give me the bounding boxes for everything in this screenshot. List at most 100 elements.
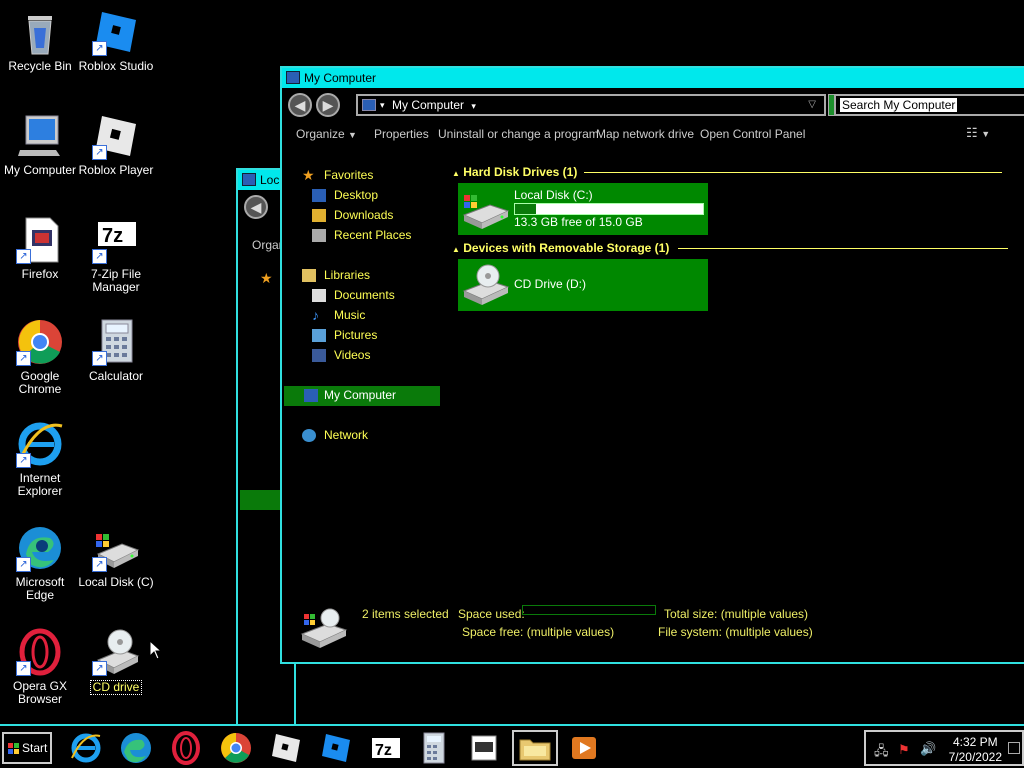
organize-button[interactable]: Organize ▼ [296, 127, 357, 141]
nav-documents[interactable]: Documents [312, 286, 395, 306]
space-free-text: Space free: (multiple values) [462, 625, 615, 639]
desktop-icon-local-disk[interactable]: ↗ Local Disk (C) [76, 524, 156, 589]
mouse-cursor-icon [149, 640, 163, 660]
address-bar[interactable]: ▾ My Computer ▾ ▽ [356, 94, 826, 116]
shortcut-arrow-icon: ↗ [16, 351, 31, 366]
taskbar-roblox-player[interactable] [266, 730, 306, 766]
collapse-icon: ▲ [452, 245, 460, 254]
breadcrumb-chevron-icon[interactable]: ▾ [471, 101, 476, 111]
nav-videos[interactable]: Videos [312, 346, 370, 366]
view-options-icon[interactable]: ☷ ▼ [966, 125, 990, 141]
7zip-icon: 7z ↗ [92, 216, 140, 264]
folder-icon [519, 739, 551, 761]
properties-button[interactable]: Properties [374, 127, 429, 141]
search-input[interactable]: Search My Computer [834, 94, 1024, 116]
desktop-icon-7zip[interactable]: 7z ↗ 7-Zip File Manager [76, 216, 156, 294]
details-pane: 2 items selected Space used: Space free:… [282, 602, 1024, 662]
desktop-icon-internet-explorer[interactable]: ↗ Internet Explorer [0, 420, 80, 498]
desktop-icon-roblox-player[interactable]: ↗ Roblox Player [76, 112, 156, 177]
shortcut-arrow-icon: ↗ [16, 249, 31, 264]
back-arrow-icon[interactable]: ◀ [244, 195, 268, 219]
shortcut-arrow-icon: ↗ [92, 41, 107, 56]
shortcut-arrow-icon: ↗ [92, 351, 107, 366]
navigation-pane: ★ Favorites Desktop Downloads Recent Plac… [282, 152, 440, 662]
desktop-icon-opera-gx[interactable]: ↗ Opera GX Browser [0, 628, 80, 706]
cd-drive-icon: ↗ [92, 628, 140, 676]
edge-icon [121, 733, 151, 763]
start-button[interactable]: Start [2, 732, 52, 764]
taskbar-calculator[interactable] [414, 730, 454, 766]
recycle-bin-icon [16, 8, 64, 56]
desktop-icon-cd-drive[interactable]: ↗ CD drive [76, 628, 156, 695]
desktop-icon-google-chrome[interactable]: ↗ Google Chrome [0, 318, 80, 396]
nav-downloads[interactable]: Downloads [312, 206, 393, 226]
nav-my-computer[interactable]: My Computer [284, 386, 440, 406]
show-desktop-icon[interactable] [1008, 742, 1020, 754]
nav-music[interactable]: ♪ Music [312, 306, 365, 326]
cd-drive-icon [462, 264, 510, 305]
drive-c-name: Local Disk (C:) [514, 188, 593, 202]
navigation-bar: ◀ ▶ ▾ My Computer ▾ ▽ ⇆ Search My Comput… [282, 88, 1024, 120]
desktop-icon-my-computer[interactable]: My Computer [0, 112, 80, 177]
command-bar: Organize ▼ Properties Uninstall or chang… [282, 120, 1024, 148]
libraries-icon [302, 269, 316, 282]
desktop-icon-calculator[interactable]: ↗ Calculator [76, 318, 156, 383]
desktop-icon-recycle-bin[interactable]: Recycle Bin [0, 8, 80, 73]
nav-desktop[interactable]: Desktop [312, 186, 378, 206]
window-titlebar[interactable]: My Computer [282, 68, 1024, 88]
drive-tile-c[interactable]: Local Disk (C:) 13.3 GB free of 15.0 GB [458, 183, 708, 235]
computer-icon [362, 99, 376, 111]
taskbar-roblox-studio[interactable] [316, 730, 356, 766]
taskbar-media-player[interactable] [564, 730, 604, 766]
shortcut-arrow-icon: ↗ [92, 249, 107, 264]
taskbar-internet-explorer[interactable] [66, 730, 106, 766]
back-window-star-icon: ★ [260, 270, 273, 286]
network-tray-icon[interactable]: 🖧 [874, 742, 889, 764]
drive-tile-d[interactable]: CD Drive (D:) [458, 259, 708, 311]
taskbar-windows-explorer[interactable] [512, 730, 558, 766]
my-computer-icon [16, 112, 64, 160]
taskbar-7zip[interactable]: 7z [366, 730, 406, 766]
7zip-icon: 7z [372, 738, 400, 759]
desktop-icon-roblox-studio[interactable]: ↗ Roblox Studio [76, 8, 156, 73]
opera-gx-icon: ↗ [16, 628, 64, 676]
volume-icon[interactable]: 🔊 [920, 741, 936, 757]
map-network-drive-button[interactable]: Map network drive [596, 127, 694, 141]
nav-recent-places[interactable]: Recent Places [312, 226, 411, 246]
taskbar-edge[interactable] [116, 730, 156, 766]
system-info-icon [471, 735, 497, 761]
nav-pictures[interactable]: Pictures [312, 326, 377, 346]
explorer-window[interactable]: My Computer ◀ ▶ ▾ My Computer ▾ ▽ ⇆ Sear… [280, 66, 1024, 664]
action-center-flag-icon[interactable]: ⚑ [898, 742, 910, 758]
taskbar-opera-gx[interactable] [166, 730, 206, 766]
firefox-icon: ↗ [16, 216, 64, 264]
uninstall-program-button[interactable]: Uninstall or change a program [438, 127, 599, 141]
media-player-icon [572, 737, 596, 759]
open-control-panel-button[interactable]: Open Control Panel [700, 127, 805, 141]
taskbar-chrome[interactable] [216, 730, 256, 766]
clock[interactable]: 4:32 PM 7/20/2022 [949, 735, 1002, 765]
roblox-player-icon: ↗ [92, 112, 140, 160]
cd-drive-rename-field[interactable]: CD drive [89, 680, 143, 695]
nav-network[interactable]: Network [302, 426, 368, 446]
file-system-text: File system: (multiple values) [658, 625, 813, 639]
back-button[interactable]: ◀ [288, 93, 312, 117]
total-size-text: Total size: (multiple values) [664, 607, 809, 621]
forward-button[interactable]: ▶ [316, 93, 340, 117]
nav-libraries[interactable]: Libraries [302, 266, 370, 286]
nav-favorites[interactable]: ★ Favorites [302, 166, 373, 186]
drive-c-usage-bar [514, 203, 704, 215]
music-icon: ♪ [312, 307, 319, 323]
removable-storage-header[interactable]: ▲ Devices with Removable Storage (1) [452, 241, 1008, 255]
pictures-icon [312, 329, 326, 342]
documents-icon [312, 289, 326, 302]
space-used-bar [522, 605, 656, 615]
hard-disk-drives-header[interactable]: ▲ Hard Disk Drives (1) [452, 165, 1002, 179]
desktop-icon-firefox[interactable]: ↗ Firefox [0, 216, 80, 281]
edge-icon: ↗ [16, 524, 64, 572]
address-dropdown-icon[interactable]: ▽ [808, 96, 816, 114]
desktop-icon-microsoft-edge[interactable]: ↗ Microsoft Edge [0, 524, 80, 602]
shortcut-arrow-icon: ↗ [92, 661, 107, 676]
chevron-down-icon: ▼ [348, 130, 357, 140]
taskbar-system-info[interactable] [464, 730, 504, 766]
